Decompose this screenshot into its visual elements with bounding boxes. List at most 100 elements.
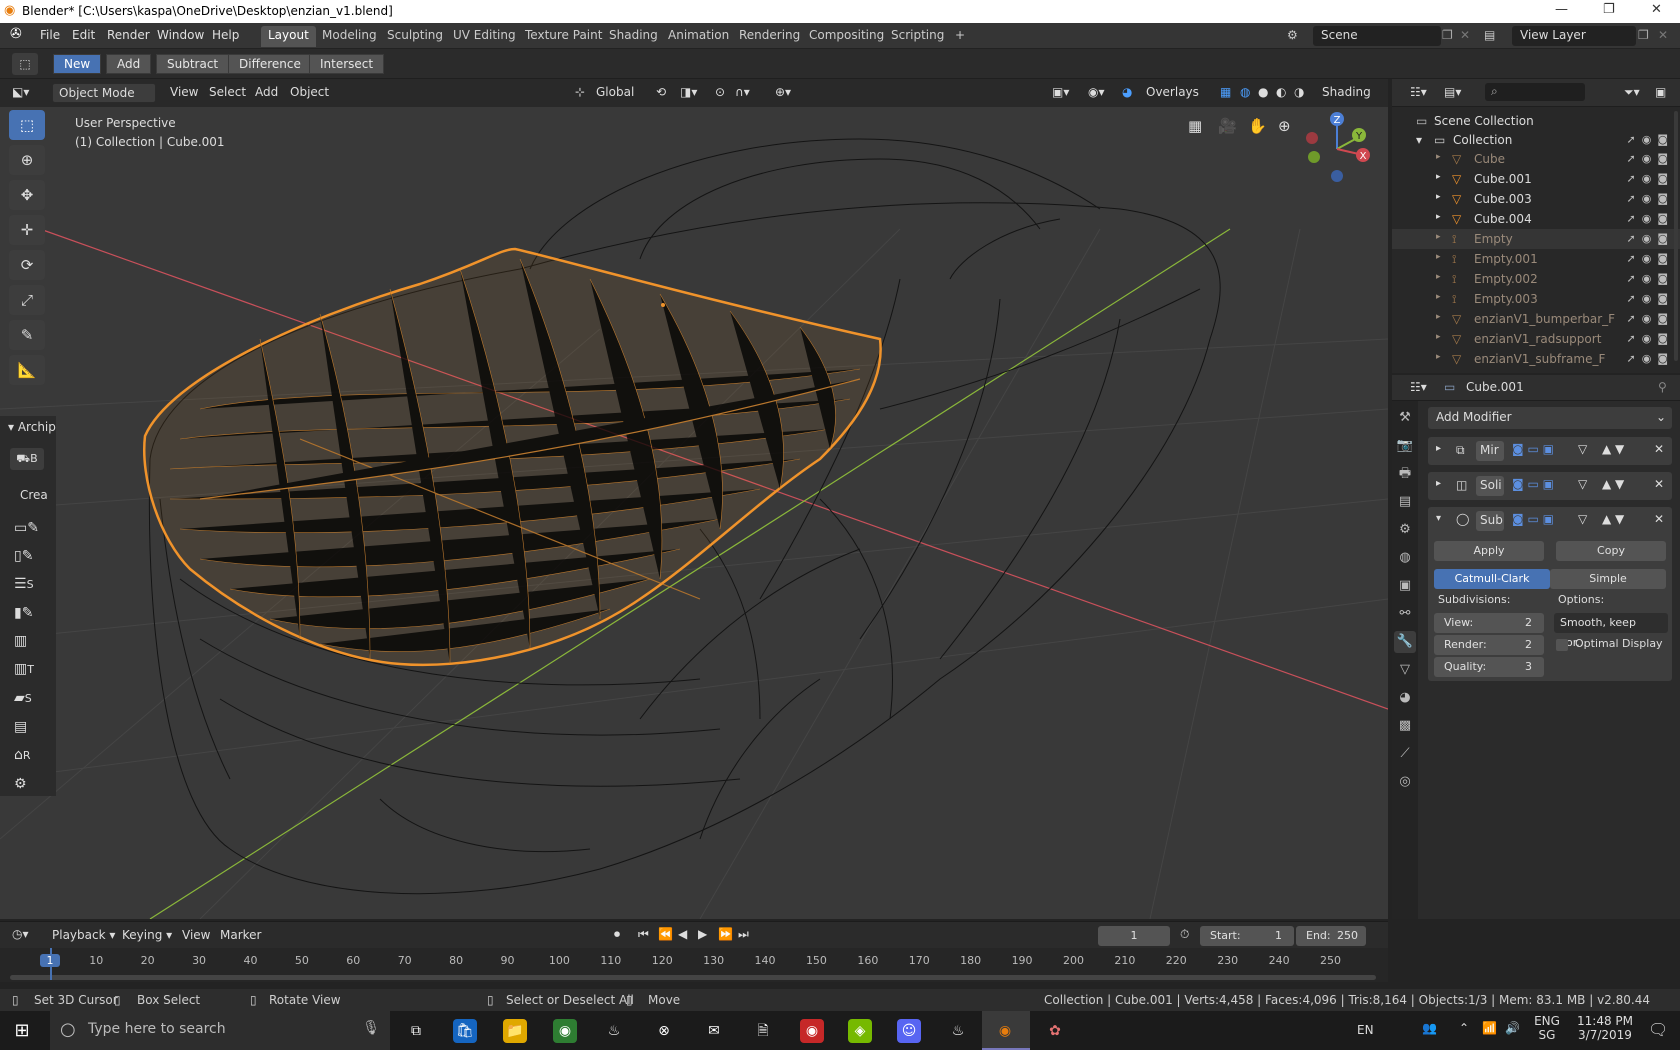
rotate-tool-icon[interactable]: ⟳ (9, 250, 45, 280)
uv-smooth-dropdown[interactable]: Smooth, keep cor... (1554, 613, 1668, 649)
outliner-row[interactable]: ▸ ▽ Cube.001 ➚◉◙ (1392, 169, 1680, 189)
keying-menu[interactable]: Keying ▾ (122, 928, 172, 942)
steam-icon[interactable]: ♨ (602, 1019, 626, 1043)
boolean-subtract-button[interactable]: Subtract (156, 54, 230, 74)
tab-shading[interactable]: Shading (602, 26, 665, 47)
archipack-wall-tool-icon[interactable]: ▮✎ (14, 599, 39, 627)
scene-tab-icon[interactable]: ⚙ (1394, 519, 1416, 541)
collapse-modifier-icon[interactable]: ▾ (1436, 513, 1441, 524)
outliner-collection[interactable]: ▾ ▭ Collection ➚◉◙ (1392, 130, 1680, 150)
modifier-solidify[interactable]: ▸ ◫ Soli ◙ ▭ ▣ ▽ ▲ ▼ ✕ (1428, 472, 1672, 500)
select-box-tool-icon[interactable]: ⬚ (9, 110, 45, 140)
show-in-editmode-icons[interactable]: ◙ ▭ ▣ (1512, 512, 1554, 526)
outliner-row[interactable]: ▸ ▽ enzianV1_radsupport ➚◉◙ (1392, 329, 1680, 349)
row-visibility-icons[interactable]: ➚◉◙ (1627, 192, 1675, 205)
cursor-tool-icon[interactable]: ⊕ (9, 145, 45, 175)
overlays-icon[interactable]: ◕ (1122, 85, 1132, 99)
camera-view-icon[interactable]: 🎥 (1218, 117, 1237, 135)
mail-icon[interactable]: ✉ (702, 1019, 726, 1043)
outliner-row[interactable]: ▸ ▽ Cube.004 ➚◉◙ (1392, 209, 1680, 229)
gizmo-neg-y-icon[interactable] (1308, 151, 1320, 163)
row-visibility-icons[interactable]: ➚◉◙ (1627, 292, 1675, 305)
menu-render[interactable]: Render (107, 28, 150, 42)
close-button[interactable]: ✕ (1651, 2, 1662, 17)
expand-collection-icon[interactable]: ▾ (1416, 133, 1422, 147)
notifications-icon[interactable]: 🗨 (1648, 1020, 1668, 1039)
next-keyframe-icon[interactable]: ⏩ (718, 927, 733, 941)
play-reverse-icon[interactable]: ◀ (678, 927, 687, 941)
solid-shading-icon[interactable]: ● (1258, 85, 1268, 99)
new-collection-icon[interactable]: ▣ (1655, 85, 1666, 99)
archipack-stair-tool-icon[interactable]: ☰S (14, 570, 39, 599)
copy-button[interactable]: Copy (1556, 541, 1666, 561)
add-workspace-button[interactable]: + (948, 26, 972, 47)
outliner-search-input[interactable]: ⌕ (1485, 83, 1585, 101)
modifier-mirror[interactable]: ▸ ⧉ Mir ◙ ▭ ▣ ▽ ▲ ▼ ✕ (1428, 437, 1672, 465)
discord-icon[interactable]: ☺ (897, 1019, 921, 1043)
row-visibility-icons[interactable]: ➚◉◙ (1627, 352, 1675, 365)
row-visibility-icons[interactable]: ➚◉◙ (1627, 232, 1675, 245)
wireframe-shading-icon[interactable]: ◍ (1240, 85, 1250, 99)
modifier-name-field[interactable]: Sub (1476, 511, 1504, 531)
archipack-kitchen-tool-icon[interactable]: ⚙ (14, 770, 39, 798)
archipack-panel-header[interactable]: ▾ Archip (8, 420, 56, 434)
marker-menu[interactable]: Marker (220, 928, 261, 942)
blender-menu-icon[interactable]: ✇ (10, 26, 22, 42)
microphone-icon[interactable]: 🎙 (362, 1020, 380, 1036)
tab-compositing[interactable]: Compositing (802, 26, 891, 47)
outliner-scene-collection[interactable]: ▭ Scene Collection (1392, 111, 1680, 131)
viewport-menu-select[interactable]: Select (209, 85, 246, 99)
3d-viewport[interactable]: ⬕▾ Object Mode View Select Add Object ⊹ … (0, 79, 1388, 919)
current-frame-field[interactable]: 1 (1098, 926, 1170, 946)
outliner-row[interactable]: ▸ ⟟ Empty.001 ➚◉◙ (1392, 249, 1680, 269)
outliner-row[interactable]: ▸ ⟟ Empty.002 ➚◉◙ (1392, 269, 1680, 289)
move-up-icon[interactable]: ▲ ▼ (1602, 442, 1624, 456)
archipack-window-tool-icon[interactable]: ▯✎ (14, 542, 39, 570)
tab-texture-paint[interactable]: Texture Paint (518, 26, 609, 47)
view-layer-selector[interactable]: View Layer (1512, 26, 1636, 46)
on-cage-icon[interactable]: ▽ (1578, 512, 1587, 526)
outliner-row[interactable]: ▸ ⟟ Empty.003 ➚◉◙ (1392, 289, 1680, 309)
store-icon[interactable]: 🛍 (453, 1019, 477, 1043)
maximize-button[interactable]: ❐ (1603, 2, 1615, 17)
row-visibility-icons[interactable]: ➚◉◙ (1627, 212, 1675, 225)
row-visibility-icons[interactable]: ➚◉◙ (1627, 252, 1675, 265)
archipack-truss-tool-icon[interactable]: ▥T (14, 655, 39, 684)
archipack-door-tool-icon[interactable]: ▭✎ (14, 514, 39, 542)
snap-icon[interactable]: ◨▾ (680, 85, 697, 99)
outliner-row[interactable]: ▸ ▽ Cube.003 ➚◉◙ (1392, 189, 1680, 209)
archipack-floor-tool-icon[interactable]: ▤ (14, 713, 39, 741)
outliner-row[interactable]: ▸ ▽ enzianV1_subframe_F ➚◉◙ (1392, 349, 1680, 369)
network-icon[interactable]: 📶 (1482, 1021, 1497, 1035)
end-frame-field[interactable]: End: 250 (1296, 926, 1366, 946)
show-in-editmode-icons[interactable]: ◙ ▭ ▣ (1512, 477, 1554, 491)
apply-button[interactable]: Apply (1434, 541, 1544, 561)
documents-icon[interactable]: 🗎 (751, 1019, 775, 1043)
menu-edit[interactable]: Edit (72, 28, 95, 42)
rendered-shading-icon[interactable]: ◑ (1294, 85, 1304, 99)
constraints-tab-icon[interactable]: ⚯ (1394, 603, 1416, 625)
timeline-editor-type-icon[interactable]: ◷▾ (12, 927, 29, 941)
minimize-button[interactable]: — (1555, 2, 1568, 17)
data-tab-icon[interactable]: ⟋ (1394, 743, 1416, 765)
pin-icon[interactable]: ⚲ (1658, 380, 1667, 394)
tray-chevron-icon[interactable]: ⌃ (1459, 1021, 1469, 1035)
language-indicator[interactable]: EN (1357, 1023, 1374, 1037)
view-object-types-icon[interactable]: ▣▾ (1052, 85, 1069, 99)
boolean-new-button[interactable]: New (53, 54, 102, 74)
outliner-row[interactable]: ▸ ▽ enzianV1_bumperbar_F ➚◉◙ (1392, 309, 1680, 329)
stopwatch-icon[interactable]: ⏱ (1180, 927, 1189, 942)
app-taskbar-icon[interactable]: ✿ (1043, 1019, 1067, 1043)
modifier-name-field[interactable]: Mir (1476, 441, 1504, 461)
render-levels-field[interactable]: Render: 2 (1434, 635, 1544, 655)
move-tool-icon[interactable]: ✥ (9, 180, 45, 210)
remove-modifier-icon[interactable]: ✕ (1654, 477, 1664, 491)
row-visibility-icons[interactable]: ➚◉◙ (1627, 312, 1675, 325)
task-view-icon[interactable]: ⧉ (404, 1019, 428, 1043)
file-explorer-icon[interactable]: 📁 (503, 1019, 527, 1043)
jump-end-icon[interactable]: ⏭ (738, 927, 749, 942)
input-method-indicator[interactable]: ENG SG (1532, 1014, 1562, 1042)
modifier-name-field[interactable]: Soli (1476, 476, 1504, 496)
chrome-2-icon[interactable]: ◉ (800, 1019, 824, 1043)
people-icon[interactable]: 👥 (1422, 1021, 1437, 1035)
